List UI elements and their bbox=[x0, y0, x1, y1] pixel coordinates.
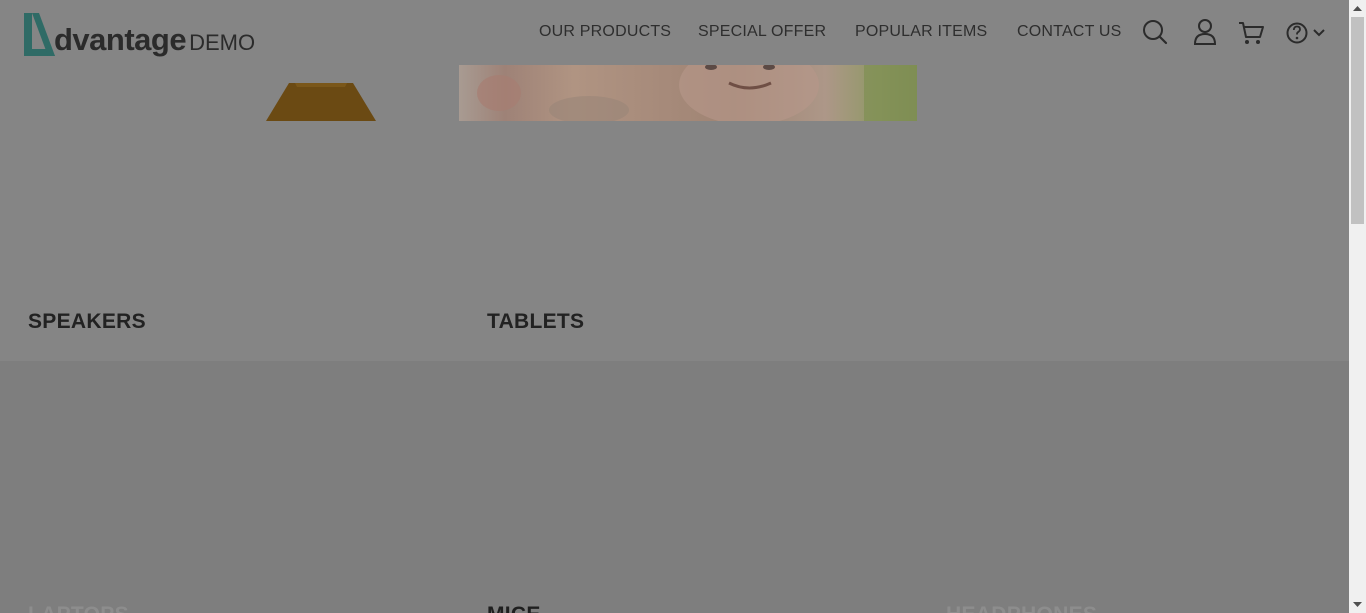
nav-popular-items[interactable]: POPULAR ITEMS bbox=[855, 23, 987, 41]
search-icon[interactable] bbox=[1141, 17, 1169, 47]
nav-contact-us[interactable]: CONTACT US bbox=[1017, 23, 1122, 41]
category-label-headphones[interactable]: HEADPHONES bbox=[946, 603, 1097, 613]
category-row-top: SPEAKERS TABLETS bbox=[0, 65, 1349, 361]
scroll-down-arrow-icon[interactable] bbox=[1349, 596, 1366, 613]
nav-our-products[interactable]: OUR PRODUCTS bbox=[539, 23, 671, 41]
speakers-image[interactable] bbox=[265, 81, 377, 121]
cart-icon[interactable] bbox=[1237, 17, 1265, 47]
site-header: dvantage DEMO OUR PRODUCTS SPECIAL OFFER… bbox=[0, 0, 1349, 65]
scroll-up-arrow-icon[interactable] bbox=[1349, 0, 1366, 17]
scrollbar-thumb[interactable] bbox=[1351, 17, 1364, 224]
category-row-bottom: LAPTOPS MICE HEADPHONES bbox=[0, 361, 1349, 613]
help-icon[interactable] bbox=[1285, 17, 1309, 47]
category-label-speakers[interactable]: SPEAKERS bbox=[28, 310, 146, 334]
page: SPEAKERS TABLETS LAPTOPS MICE HEADPHONES… bbox=[0, 0, 1349, 613]
vertical-scrollbar[interactable] bbox=[1349, 0, 1366, 613]
category-label-mice[interactable]: MICE bbox=[487, 603, 541, 613]
user-icon[interactable] bbox=[1191, 17, 1219, 47]
chevron-down-icon[interactable] bbox=[1311, 17, 1327, 47]
nav-special-offer[interactable]: SPECIAL OFFER bbox=[698, 23, 826, 41]
category-label-tablets[interactable]: TABLETS bbox=[487, 310, 584, 334]
tablets-image[interactable] bbox=[459, 65, 917, 121]
main-nav: OUR PRODUCTS SPECIAL OFFER POPULAR ITEMS… bbox=[0, 0, 1349, 65]
category-label-laptops[interactable]: LAPTOPS bbox=[28, 603, 129, 613]
